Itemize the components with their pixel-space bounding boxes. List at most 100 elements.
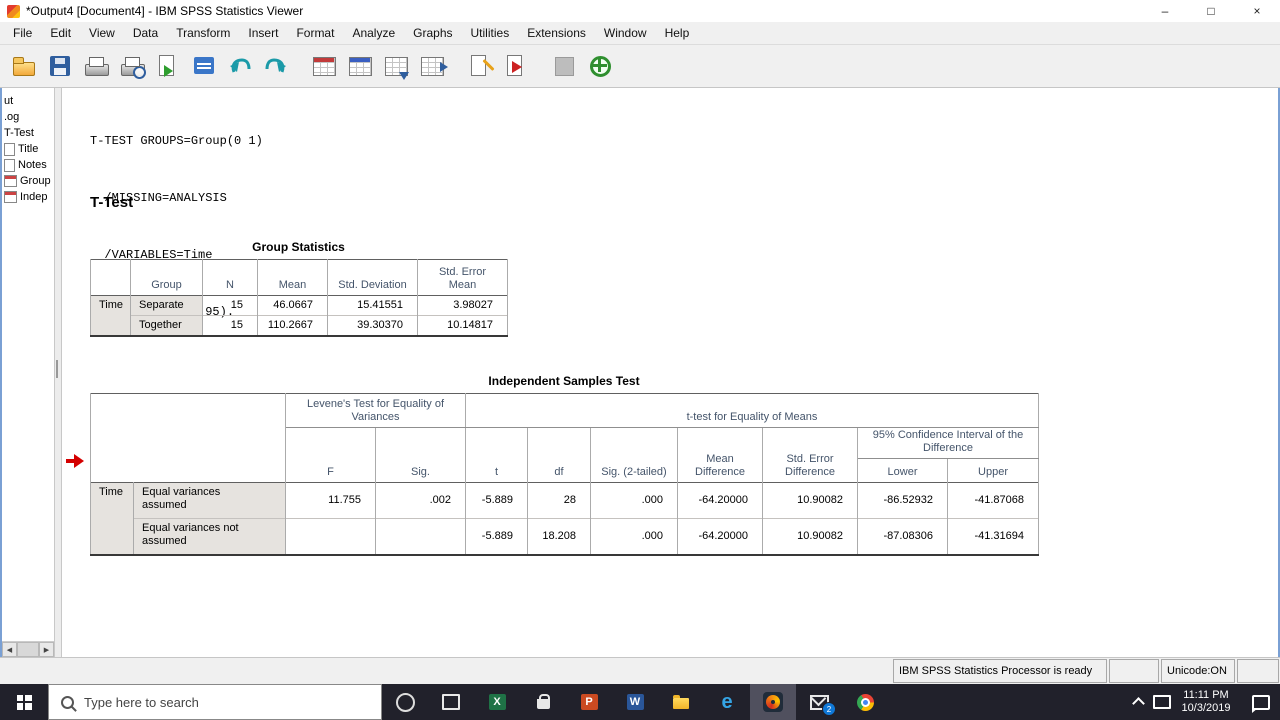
goto-case-icon xyxy=(347,53,373,79)
variables-button[interactable] xyxy=(414,48,450,84)
table-row: Equal variances not assumed -5.889 18.20… xyxy=(91,518,1040,555)
col-header-mean: Mean xyxy=(257,259,328,296)
task-view-button[interactable] xyxy=(428,684,474,720)
menu-insert[interactable]: Insert xyxy=(239,24,287,42)
menu-extensions[interactable]: Extensions xyxy=(518,24,595,42)
outline-item-group-statistics[interactable]: Group xyxy=(2,173,54,189)
taskbar-powerpoint[interactable]: P xyxy=(566,684,612,720)
unicode-status: Unicode:ON xyxy=(1161,659,1235,683)
start-button[interactable] xyxy=(0,684,48,720)
menu-data[interactable]: Data xyxy=(124,24,167,42)
scroll-left-icon: ◀ xyxy=(6,646,13,654)
print-button[interactable] xyxy=(78,48,114,84)
outline-item-notes[interactable]: Notes xyxy=(2,157,54,173)
table-row: Time Equal variances assumed 11.755 .002… xyxy=(90,482,1040,555)
menu-graphs[interactable]: Graphs xyxy=(404,24,461,42)
designate-window-icon xyxy=(551,53,577,79)
minimize-button[interactable]: – xyxy=(1142,0,1188,22)
menu-utilities[interactable]: Utilities xyxy=(462,24,519,42)
menu-window[interactable]: Window xyxy=(595,24,656,42)
excel-icon: X xyxy=(488,694,506,710)
taskbar-excel[interactable]: X xyxy=(474,684,520,720)
maximize-button[interactable]: □ xyxy=(1188,0,1234,22)
taskbar-file-explorer[interactable] xyxy=(658,684,704,720)
show-hidden-icons-button[interactable] xyxy=(1126,696,1150,710)
recall-dialogs-icon xyxy=(191,53,217,79)
menu-file[interactable]: File xyxy=(4,24,41,42)
taskbar-edge[interactable]: e xyxy=(704,684,750,720)
outline-item-ttest[interactable]: T-Test xyxy=(2,125,54,141)
network-tray-button[interactable] xyxy=(1150,695,1174,709)
open-button[interactable] xyxy=(6,48,42,84)
scroll-right-icon: ▶ xyxy=(43,646,50,654)
outline-item-log[interactable]: .og xyxy=(2,109,54,125)
independent-samples-table[interactable]: Levene's Test for Equality of Variances … xyxy=(90,393,1040,556)
page-icon xyxy=(4,158,15,172)
chrome-icon xyxy=(856,693,874,711)
scroll-left-button[interactable]: ◀ xyxy=(2,642,17,657)
search-input[interactable]: Type here to search xyxy=(48,684,382,720)
levene-spanner: Levene's Test for Equality of Variances xyxy=(285,393,466,428)
scrollbar-thumb[interactable] xyxy=(17,642,39,657)
spss-icon xyxy=(763,692,783,712)
outline-item-output[interactable]: ut xyxy=(2,93,54,109)
select-last-output-button[interactable] xyxy=(498,48,534,84)
pane-splitter[interactable] xyxy=(54,88,62,657)
spss-viewer-window: *Output4 [Document4] - IBM SPSS Statisti… xyxy=(0,0,1280,720)
ttest-heading: T-Test xyxy=(90,194,134,211)
goto-case-button[interactable] xyxy=(342,48,378,84)
group-statistics-table[interactable]: Group N Mean Std. Deviation Std. Error M… xyxy=(90,259,508,337)
goto-data-button[interactable] xyxy=(306,48,342,84)
export-icon xyxy=(155,53,181,79)
goto-data-icon xyxy=(311,53,337,79)
recall-dialogs-button[interactable] xyxy=(186,48,222,84)
outline-item-independent-samples[interactable]: Indep xyxy=(2,189,54,205)
select-last-output-icon xyxy=(503,53,529,79)
menu-edit[interactable]: Edit xyxy=(41,24,80,42)
action-center-button[interactable] xyxy=(1252,694,1270,713)
col-header-se: Std. Error Mean xyxy=(417,259,508,296)
taskbar: Type here to search X P W e 2 11:11 PM 1… xyxy=(0,684,1280,720)
status-spacer xyxy=(1109,659,1159,683)
cortana-button[interactable] xyxy=(382,684,428,720)
menu-help[interactable]: Help xyxy=(656,24,699,42)
taskbar-word[interactable]: W xyxy=(612,684,658,720)
col-header-sd: Std. Deviation xyxy=(327,259,418,296)
group-statistics-title: Group Statistics xyxy=(252,240,345,254)
menu-format[interactable]: Format xyxy=(287,24,343,42)
scroll-right-button[interactable]: ▶ xyxy=(39,642,54,657)
splitter-grip[interactable] xyxy=(56,360,58,378)
show-all-button[interactable] xyxy=(582,48,618,84)
menu-view[interactable]: View xyxy=(80,24,124,42)
toolbar xyxy=(0,45,1280,88)
print-preview-button[interactable] xyxy=(114,48,150,84)
undo-button[interactable] xyxy=(222,48,258,84)
outline-item-title[interactable]: Title xyxy=(2,141,54,157)
word-icon: W xyxy=(626,694,644,710)
menu-analyze[interactable]: Analyze xyxy=(343,24,404,42)
outline-pane: ut .og T-Test Title Notes Group Indep ◀ … xyxy=(2,88,54,657)
taskbar-store[interactable] xyxy=(520,684,566,720)
col-header-mean-diff: Mean Difference xyxy=(677,427,763,483)
variables-icon xyxy=(419,53,448,79)
window-controls: – □ × xyxy=(1142,0,1280,22)
export-button[interactable] xyxy=(150,48,186,84)
syntax-line: T-TEST GROUPS=Group(0 1) xyxy=(90,134,263,148)
outline-horizontal-scrollbar[interactable]: ◀ ▶ xyxy=(2,641,54,657)
menu-transform[interactable]: Transform xyxy=(167,24,239,42)
independent-samples-title: Independent Samples Test xyxy=(488,374,640,388)
table-header-row: Levene's Test for Equality of Variances … xyxy=(90,393,1040,483)
taskbar-spss-active[interactable] xyxy=(750,684,796,720)
save-button[interactable] xyxy=(42,48,78,84)
taskbar-clock[interactable]: 11:11 PM 10/3/2019 xyxy=(1174,689,1238,715)
redo-button[interactable] xyxy=(258,48,294,84)
goto-variable-button[interactable] xyxy=(378,48,414,84)
insert-text-button[interactable] xyxy=(462,48,498,84)
print-preview-icon xyxy=(119,53,146,79)
app-icon xyxy=(7,4,20,18)
designate-window-button[interactable] xyxy=(546,48,582,84)
content-area: ut .og T-Test Title Notes Group Indep ◀ … xyxy=(0,88,1280,657)
taskbar-mail[interactable]: 2 xyxy=(796,684,842,720)
close-button[interactable]: × xyxy=(1234,0,1280,22)
taskbar-chrome[interactable] xyxy=(842,684,888,720)
